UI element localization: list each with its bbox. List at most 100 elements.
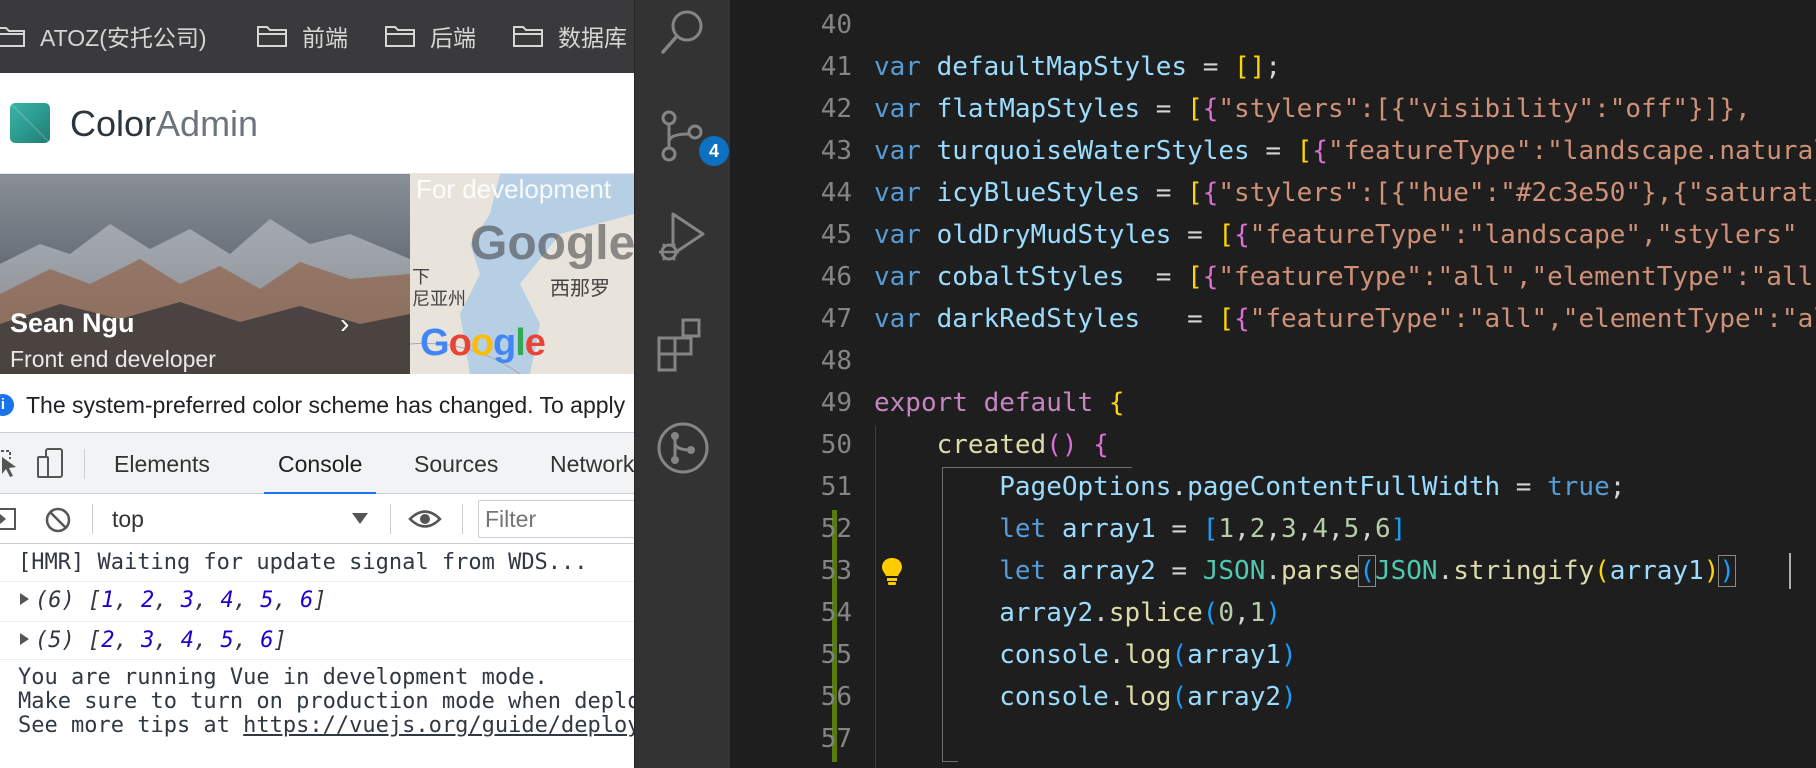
line-number: 51 <box>820 472 852 502</box>
google-logo: Google <box>420 322 546 364</box>
code-line: export default { <box>874 388 1125 418</box>
code-editor[interactable]: 40 41 42 43 44 45 46 47 48 49 50 51 52 5… <box>730 0 1816 768</box>
bookmark-label: 数据库 <box>558 25 627 51</box>
device-toolbar-icon[interactable] <box>36 447 66 479</box>
tab-sources[interactable]: Sources <box>414 451 498 478</box>
string-literal: "featureType":"landscape","stylers" <box>1249 220 1798 250</box>
identifier: oldDryMudStyles <box>936 220 1172 250</box>
array-length: (5) <box>35 628 75 653</box>
line-number: 53 <box>820 556 852 586</box>
bracket-pair-guide <box>942 761 958 762</box>
chevron-right-icon: › <box>340 308 350 339</box>
line-number: 46 <box>820 262 852 292</box>
bookmark-backend[interactable]: 后端 <box>384 21 476 51</box>
line-number: 57 <box>820 724 852 754</box>
divider <box>92 504 93 534</box>
identifier: defaultMapStyles <box>936 52 1188 82</box>
map-dev-overlay: For development <box>416 174 612 204</box>
bookmarks-bar: ATOZ(安托公司) 前端 后端 数据库 <box>0 0 634 73</box>
devtools-tab-bar: Elements Console Sources Network <box>0 432 634 495</box>
browser-window: ATOZ(安托公司) 前端 后端 数据库 ColorAdmin Sean Ngu… <box>0 0 634 768</box>
divider <box>84 449 85 479</box>
tab-console[interactable]: Console <box>278 451 362 478</box>
code-line: var oldDryMudStyles = [{"featureType":"l… <box>874 220 1798 250</box>
color-scheme-notice: i The system-preferred color scheme has … <box>0 386 634 424</box>
map-place-label: 下 尼亚州 <box>412 267 466 309</box>
logo-light: Admin <box>156 103 259 144</box>
line-number: 41 <box>820 52 852 82</box>
bracket-pair-guide <box>942 467 1132 468</box>
divider <box>390 504 391 534</box>
site-logo[interactable]: ColorAdmin <box>70 103 258 145</box>
code-line: var darkRedStyles = [{"featureType":"all… <box>874 304 1816 334</box>
array-value: 6 <box>300 588 314 613</box>
identifier: flatMapStyles <box>936 94 1141 124</box>
console-output: [HMR] Waiting for update signal from WDS… <box>0 544 634 768</box>
console-text: You are running Vue in development mode. <box>18 665 548 690</box>
color-admin-logo-icon <box>10 103 50 143</box>
clear-console-icon[interactable] <box>44 506 72 534</box>
context-select[interactable]: top <box>112 506 144 533</box>
search-icon[interactable] <box>655 4 711 60</box>
dropdown-arrow-icon[interactable] <box>352 513 368 524</box>
eye-icon[interactable] <box>408 508 442 530</box>
identifier: icyBlueStyles <box>936 178 1141 208</box>
console-log-array[interactable]: (6) [1, 2, 3, 4, 5, 6] <box>0 582 634 622</box>
expand-triangle-icon[interactable] <box>20 593 29 605</box>
bookmark-label: 前端 <box>302 25 348 51</box>
code-line: array2.splice(0,1) <box>999 598 1282 628</box>
line-number: 45 <box>820 220 852 250</box>
profile-role: Front end developer <box>10 346 216 372</box>
info-icon: i <box>0 394 14 416</box>
folder-icon <box>384 24 416 48</box>
line-number: 43 <box>820 136 852 166</box>
string-literal: "featureType":"all","elementType":"all" <box>1249 304 1816 334</box>
logo-bold: Color <box>70 103 157 144</box>
map-watermark: Google <box>470 217 634 270</box>
bookmark-frontend[interactable]: 前端 <box>256 21 348 51</box>
line-number: 54 <box>820 598 852 628</box>
console-toolbar: top <box>0 494 634 544</box>
extensions-icon[interactable] <box>655 316 711 372</box>
line-number: 40 <box>820 10 852 40</box>
code-line: console.log(array1) <box>999 640 1297 670</box>
vue-dev-mode-message: You are running Vue in development mode.… <box>18 666 634 738</box>
tab-elements[interactable]: Elements <box>114 451 210 478</box>
console-text: Make sure to turn on production mode whe… <box>18 689 634 714</box>
line-number: 56 <box>820 682 852 712</box>
line-number: 44 <box>820 178 852 208</box>
sidebar-toggle-icon[interactable] <box>0 508 16 530</box>
mountain-background-image <box>0 219 410 374</box>
filter-input[interactable] <box>478 500 634 538</box>
map-widget[interactable]: For development Google 西那罗 下 尼亚州 Google <box>410 174 634 374</box>
vue-docs-link[interactable]: https://vuejs.org/guide/deployment.html <box>243 713 634 738</box>
string-literal: "featureType":"all","elementType":"all" <box>1218 262 1816 292</box>
identifier: turquoiseWaterStyles <box>936 136 1250 166</box>
array-value: 1 <box>101 588 115 613</box>
git-graph-icon[interactable] <box>655 420 711 476</box>
map-place-label: 西那罗 <box>550 278 610 300</box>
inspect-element-icon[interactable] <box>0 449 20 479</box>
array-value: 5 <box>260 588 274 613</box>
expand-triangle-icon[interactable] <box>20 633 29 645</box>
console-message: [HMR] Waiting for update signal from WDS… <box>0 544 634 582</box>
array-length: (6) <box>35 588 75 613</box>
divider <box>462 504 463 534</box>
code-line: let array1 = [1,2,3,4,5,6] <box>999 514 1407 544</box>
profile-card[interactable]: Sean Ngu › Front end developer <box>0 174 410 374</box>
lightbulb-icon[interactable] <box>880 556 904 588</box>
array-value: 3 <box>180 588 194 613</box>
bookmark-database[interactable]: 数据库 <box>512 21 627 51</box>
bookmark-atoz[interactable]: ATOZ(安托公司) <box>0 21 207 51</box>
array-value: 5 <box>220 628 234 653</box>
site-header: ColorAdmin <box>0 73 634 174</box>
line-number: 50 <box>820 430 852 460</box>
console-text: See more tips at https://vuejs.org/guide… <box>18 714 634 738</box>
run-debug-icon[interactable] <box>655 208 711 264</box>
string-literal: "stylers":[{"visibility":"off"}]}, <box>1218 94 1751 124</box>
console-log-array[interactable]: (5) [2, 3, 4, 5, 6] <box>0 622 634 660</box>
folder-icon <box>256 24 288 48</box>
scm-badge: 4 <box>699 136 729 166</box>
tab-network[interactable]: Network <box>550 451 634 478</box>
array-value: 2 <box>101 628 115 653</box>
